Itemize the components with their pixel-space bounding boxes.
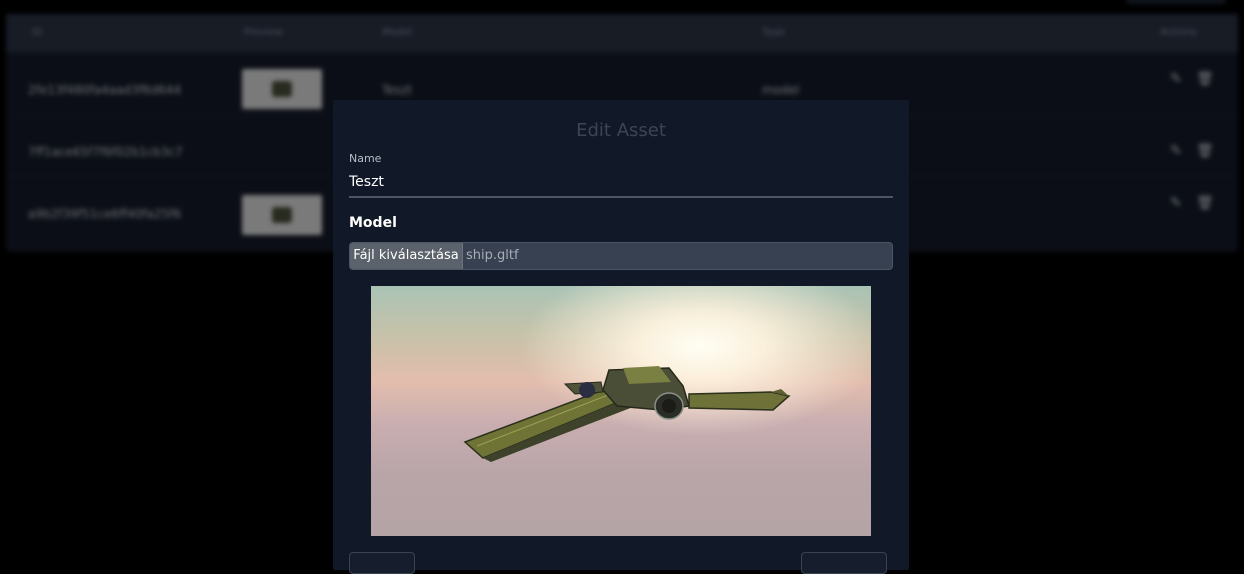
edit-asset-modal: Edit Asset Name Model Fájl kiválasztása … [333,100,909,574]
row-model: Teszt [382,83,412,97]
model-file-input[interactable]: Fájl kiválasztása ship.gltf [349,242,893,270]
edit-icon[interactable]: ✎ [1170,195,1184,211]
header-actions: Actions [1160,27,1197,38]
header-preview: Preview [244,27,283,38]
ship-model-render [463,366,791,462]
name-label: Name [349,152,382,165]
save-button[interactable] [801,552,887,574]
trash-icon[interactable]: 🗑 [1196,195,1214,211]
edit-icon[interactable]: ✎ [1170,71,1184,87]
trash-icon[interactable]: 🗑 [1196,143,1214,159]
cancel-button[interactable] [349,552,415,574]
row-id: 2fe13f480fa4aad3f6d644 [28,83,182,97]
edit-icon[interactable]: ✎ [1170,143,1184,159]
choose-file-button[interactable]: Fájl kiválasztása [350,243,463,269]
header-type: Type [762,27,785,38]
header-model: Model [382,27,413,38]
row-thumbnail [242,69,322,109]
row-id: 7ff1ace65f7f6f02b1cb3c7 [28,145,183,159]
row-type: model [762,83,800,97]
model-heading: Model [349,215,397,231]
selected-file-name: ship.gltf [466,248,519,263]
modal-title: Edit Asset [576,120,666,141]
table-header: ID Preview Model Type Actions [6,14,1238,52]
top-action-button[interactable] [1126,0,1226,4]
row-thumbnail [242,195,322,235]
header-id: ID [32,27,43,38]
trash-icon[interactable]: 🗑 [1196,71,1214,87]
model-preview-viewport[interactable] [371,286,871,536]
row-id: a9b2f39f51ce6ff40fa25f6 [28,207,182,221]
name-input[interactable] [349,168,893,198]
